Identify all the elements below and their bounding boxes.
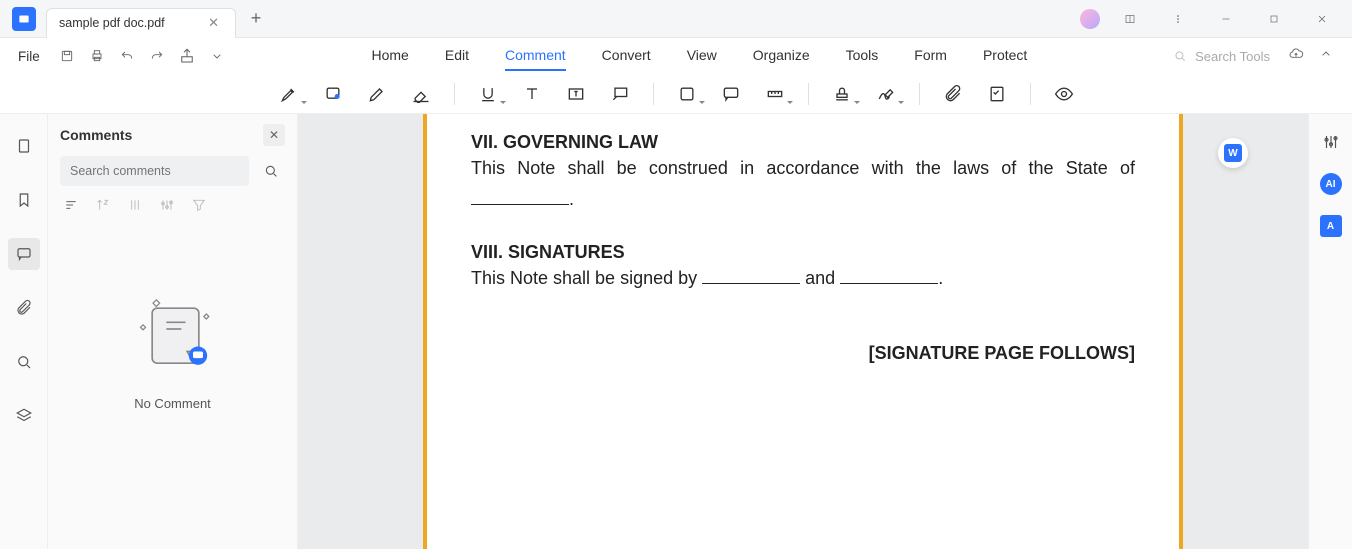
signature-icon[interactable] (875, 83, 897, 105)
main-menu: Home Edit Comment Convert View Organize … (226, 41, 1173, 71)
comments-empty-state: No Comment (48, 224, 297, 549)
paragraph-governing-law: This Note shall be construed in accordan… (471, 153, 1135, 184)
layers-icon[interactable] (8, 400, 40, 432)
main-area: Comments ✕ (0, 114, 1352, 549)
quick-dropdown-icon[interactable] (208, 47, 226, 65)
user-avatar-icon[interactable] (1080, 9, 1100, 29)
paragraph-governing-law-blank: . (471, 184, 1135, 215)
tab-close-icon[interactable]: ✕ (204, 15, 223, 31)
quick-access-toolbar (58, 47, 226, 65)
minimize-button[interactable] (1208, 1, 1244, 37)
signature-page-follows: [SIGNATURE PAGE FOLLOWS] (471, 338, 1135, 369)
ai-badge-icon[interactable]: AI (1319, 172, 1343, 196)
textbox-icon[interactable] (565, 83, 587, 105)
shape-icon[interactable] (676, 83, 698, 105)
toolbar-divider (653, 83, 654, 105)
search-comments-input[interactable] (60, 156, 249, 186)
menu-home[interactable]: Home (372, 41, 409, 71)
translate-badge-icon[interactable]: A (1319, 214, 1343, 238)
window-controls (1080, 1, 1352, 37)
menubar-right (1288, 46, 1334, 67)
toolbar-divider (919, 83, 920, 105)
funnel-icon[interactable] (190, 196, 208, 214)
eye-icon[interactable] (1053, 83, 1075, 105)
checklist-icon[interactable] (986, 83, 1008, 105)
chat-icon[interactable] (720, 83, 742, 105)
document-viewport[interactable]: VII. GOVERNING LAW This Note shall be co… (298, 114, 1308, 549)
note-icon[interactable] (322, 83, 344, 105)
right-rail: AI A (1308, 114, 1352, 549)
left-rail (0, 114, 48, 549)
document-tab[interactable]: sample pdf doc.pdf ✕ (46, 8, 236, 38)
word-badge-icon[interactable]: W (1218, 138, 1248, 168)
app-logo-icon[interactable] (12, 7, 36, 31)
sort-icon[interactable] (62, 196, 80, 214)
comments-title: Comments (60, 127, 132, 143)
measure-icon[interactable] (764, 83, 786, 105)
menu-protect[interactable]: Protect (983, 41, 1027, 71)
menu-comment[interactable]: Comment (505, 41, 566, 71)
undo-icon[interactable] (118, 47, 136, 65)
titlebar: sample pdf doc.pdf ✕ + (0, 0, 1352, 38)
empty-comments-text: No Comment (134, 396, 211, 411)
comments-panel: Comments ✕ (48, 114, 298, 549)
menu-edit[interactable]: Edit (445, 41, 469, 71)
empty-comments-illustration-icon (118, 274, 228, 384)
menu-convert[interactable]: Convert (602, 41, 651, 71)
thumbnails-icon[interactable] (8, 130, 40, 162)
attachment-icon[interactable] (942, 83, 964, 105)
menu-form[interactable]: Form (914, 41, 947, 71)
settings-icon[interactable] (158, 196, 176, 214)
share-icon[interactable] (178, 47, 196, 65)
file-menu[interactable]: File (18, 49, 40, 64)
sliders-icon[interactable] (1319, 130, 1343, 154)
close-button[interactable] (1304, 1, 1340, 37)
eraser-icon[interactable] (410, 83, 432, 105)
redo-icon[interactable] (148, 47, 166, 65)
menu-tools[interactable]: Tools (846, 41, 879, 71)
comment-toolbar (0, 74, 1352, 114)
adjust-icon[interactable] (126, 196, 144, 214)
comments-header: Comments ✕ (48, 114, 297, 156)
heading-signatures: VIII. SIGNATURES (471, 242, 1135, 263)
callout-icon[interactable] (609, 83, 631, 105)
maximize-button[interactable] (1256, 1, 1292, 37)
filter-az-icon[interactable] (94, 196, 112, 214)
menu-view[interactable]: View (687, 41, 717, 71)
menubar: File Home Edit Comment Convert View Orga… (0, 38, 1352, 74)
highlight-icon[interactable] (278, 83, 300, 105)
search-comments-button[interactable] (257, 157, 285, 185)
search-tools-label: Search Tools (1195, 49, 1270, 64)
collapse-ribbon-icon[interactable] (1318, 46, 1334, 67)
search-tab-icon[interactable] (8, 346, 40, 378)
more-icon[interactable] (1160, 1, 1196, 37)
new-tab-button[interactable]: + (242, 5, 270, 33)
pencil-icon[interactable] (366, 83, 388, 105)
close-panel-icon[interactable]: ✕ (263, 124, 285, 146)
comments-tab-icon[interactable] (8, 238, 40, 270)
save-icon[interactable] (58, 47, 76, 65)
tab-title: sample pdf doc.pdf (59, 16, 165, 30)
comments-search-row (48, 156, 297, 186)
toolbar-divider (1030, 83, 1031, 105)
cloud-upload-icon[interactable] (1288, 46, 1304, 67)
toolbar-divider (808, 83, 809, 105)
bookmarks-icon[interactable] (8, 184, 40, 216)
stamp-icon[interactable] (831, 83, 853, 105)
comments-filter-row (48, 186, 297, 224)
underline-icon[interactable] (477, 83, 499, 105)
menu-organize[interactable]: Organize (753, 41, 810, 71)
print-icon[interactable] (88, 47, 106, 65)
text-icon[interactable] (521, 83, 543, 105)
search-tools[interactable]: Search Tools (1173, 49, 1270, 64)
paragraph-signatures: This Note shall be signed by and . (471, 263, 1135, 294)
heading-governing-law: VII. GOVERNING LAW (471, 132, 1135, 153)
panel-icon[interactable] (1112, 1, 1148, 37)
toolbar-divider (454, 83, 455, 105)
attachments-tab-icon[interactable] (8, 292, 40, 324)
pdf-page: VII. GOVERNING LAW This Note shall be co… (423, 114, 1183, 549)
